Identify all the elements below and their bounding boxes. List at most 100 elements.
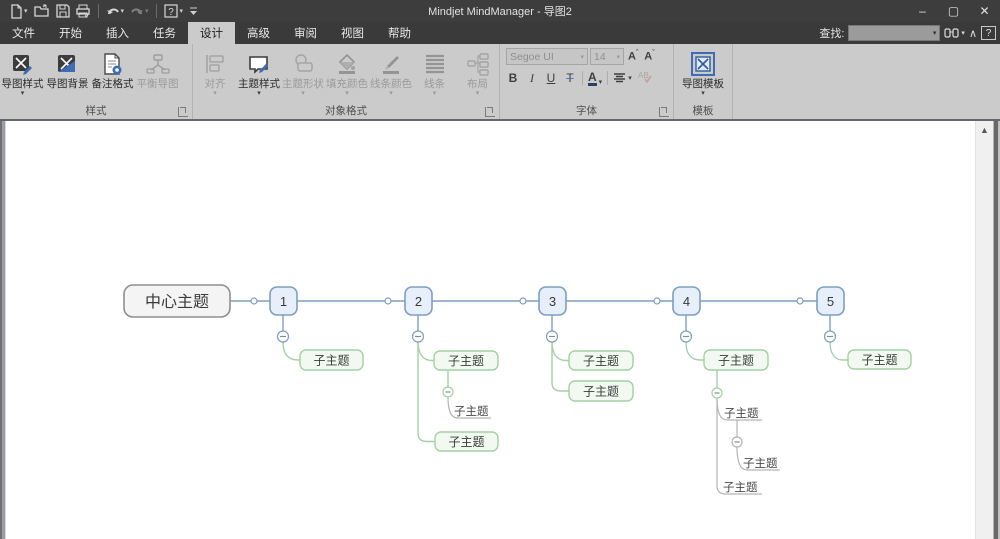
collapse-icon[interactable] [411,330,425,343]
chevron-down-icon[interactable]: ▾ [180,7,184,15]
undo-button[interactable]: ▾ [104,2,127,20]
grow-font-button[interactable]: Aˆ [626,50,640,63]
chevron-down-icon: ▾ [213,90,217,97]
central-topic[interactable]: 中心主题 [123,284,231,318]
font-color-button[interactable]: A ▾ [588,71,602,86]
subtopic-node[interactable]: 子主题 [568,350,634,371]
line-subtopic-node[interactable]: 子主题 [743,457,778,470]
chevron-down-icon[interactable]: ▾ [933,29,940,37]
printer-icon [75,4,90,18]
collapse-icon[interactable] [731,436,743,448]
tab-task[interactable]: 任务 [141,22,188,44]
new-document-button[interactable]: ▾ [8,2,30,20]
line-subtopic-node[interactable]: 子主题 [723,481,758,494]
svg-text:子主题: 子主题 [583,354,619,368]
tab-insert[interactable]: 插入 [94,22,141,44]
dialog-launcher-icon[interactable] [178,107,188,117]
chevron-down-icon[interactable]: ▾ [961,29,965,37]
find-input[interactable]: ▾ [848,25,941,41]
collapse-icon[interactable] [679,330,693,343]
collapse-icon[interactable] [545,330,559,343]
vertical-scrollbar[interactable]: ▲ [975,121,993,539]
topic-node[interactable]: 4 [672,286,701,316]
chevron-down-icon[interactable]: ▾ [628,74,632,82]
collapse-icon[interactable] [442,386,454,398]
bold-button[interactable]: B [506,71,520,85]
shrink-font-button[interactable]: Aˇ [642,50,656,63]
alignment-button[interactable]: ▾ [613,72,632,84]
svg-text:子主题: 子主题 [448,435,484,449]
topic-node[interactable]: 1 [269,286,298,316]
topic-node[interactable]: 5 [816,286,845,316]
tab-help[interactable]: 帮助 [376,22,423,44]
fill-color-icon [335,50,359,78]
close-button[interactable]: ✕ [969,0,1000,22]
svg-text:2: 2 [415,294,422,309]
svg-text:3: 3 [549,294,556,309]
subtopic-node[interactable]: 子主题 [299,349,364,371]
svg-text:子主题: 子主题 [743,457,778,470]
svg-text:1: 1 [280,294,287,309]
ribbon-group-object-format: 对齐 ▾ 主题样式 ▾ 主题形状 ▾ 填充颜色 ▾ 线条颜色 ▾ 线条 ▾ 布局… [193,44,500,119]
chevron-down-icon[interactable]: ▾ [599,78,603,86]
tab-home[interactable]: 开始 [47,22,94,44]
subtopic-node[interactable]: 子主题 [568,380,634,402]
ribbon-group-template: 导图模板 ▾ 模板 [674,44,733,119]
find-binoculars-button[interactable]: ▾ [944,27,965,39]
chevron-down-icon: ▾ [432,90,437,97]
tab-review[interactable]: 审阅 [282,22,329,44]
minimize-button[interactable]: – [907,0,938,22]
tab-advanced[interactable]: 高级 [235,22,282,44]
customize-toolbar-icon [190,7,198,15]
collapse-icon[interactable] [276,330,290,343]
scrollbar-up-arrow[interactable]: ▲ [976,121,993,138]
map-style-button[interactable]: 导图样式 ▾ [0,48,45,98]
ribbon-group-font: Segoe UI ▾ 14 ▾ Aˆ Aˇ B I U T A ▾ ▾ AB 字… [500,44,674,119]
dialog-launcher-icon[interactable] [659,107,669,117]
align-icon [203,50,227,78]
topic-node[interactable]: 2 [404,286,433,316]
line-style-icon [423,50,447,78]
subtopic-node[interactable]: 子主题 [434,431,499,452]
maximize-button[interactable]: ▢ [938,0,969,22]
line-subtopic-node[interactable]: 子主题 [724,407,759,420]
help-button[interactable]: ? ▾ [162,2,186,20]
topic-style-button[interactable]: 主题样式 ▾ [237,48,281,98]
open-button[interactable] [32,2,52,20]
collapse-ribbon-button[interactable]: ∧ [969,27,977,40]
line-color-icon [379,50,403,78]
map-template-button[interactable]: 导图模板 ▾ [675,48,731,98]
canvas-left-border [0,121,6,539]
collapse-icon[interactable] [711,387,723,399]
collapse-icon[interactable] [823,330,837,343]
tab-file[interactable]: 文件 [0,22,47,44]
subtopic-node[interactable]: 子主题 [433,350,499,371]
print-button[interactable] [74,2,93,20]
tab-design[interactable]: 设计 [188,22,235,44]
line-subtopic-node[interactable]: 子主题 [454,405,489,418]
customize-qat-button[interactable] [187,2,200,20]
svg-text:?: ? [168,7,174,18]
map-canvas[interactable]: 中心主题 1 2 3 4 5 子主题 子主题 子主题 子主题 子主题 子主题 子… [0,121,1000,539]
chevron-down-icon: ▾ [24,8,28,15]
svg-text:子主题: 子主题 [448,354,484,368]
strikethrough-button[interactable]: T [563,71,577,85]
map-background-button[interactable]: 导图背景 [45,48,90,90]
dialog-launcher-icon[interactable] [485,107,495,117]
help-icon: ? [163,4,178,18]
tab-view[interactable]: 视图 [329,22,376,44]
chevron-down-icon[interactable]: ▾ [121,7,125,15]
notes-format-button[interactable]: 备注格式 [90,48,135,90]
save-button[interactable] [54,2,72,20]
italic-button[interactable]: I [525,71,539,86]
save-icon [55,4,70,18]
subtopic-node[interactable]: 子主题 [703,349,769,371]
mindmap-svg: 中心主题 1 2 3 4 5 子主题 子主题 子主题 子主题 子主题 子主题 子… [123,284,912,495]
underline-button[interactable]: U [544,71,558,85]
topic-node[interactable]: 3 [538,286,567,316]
svg-text:4: 4 [683,294,690,309]
ribbon-help-button[interactable]: ? [981,26,996,40]
svg-text:AB: AB [638,71,649,80]
subtopic-node[interactable]: 子主题 [847,349,912,370]
ribbon-tab-row: 文件 开始 插入 任务 设计 高级 审阅 视图 帮助 查找: ▾ ▾ ∧ ? [0,22,1000,44]
